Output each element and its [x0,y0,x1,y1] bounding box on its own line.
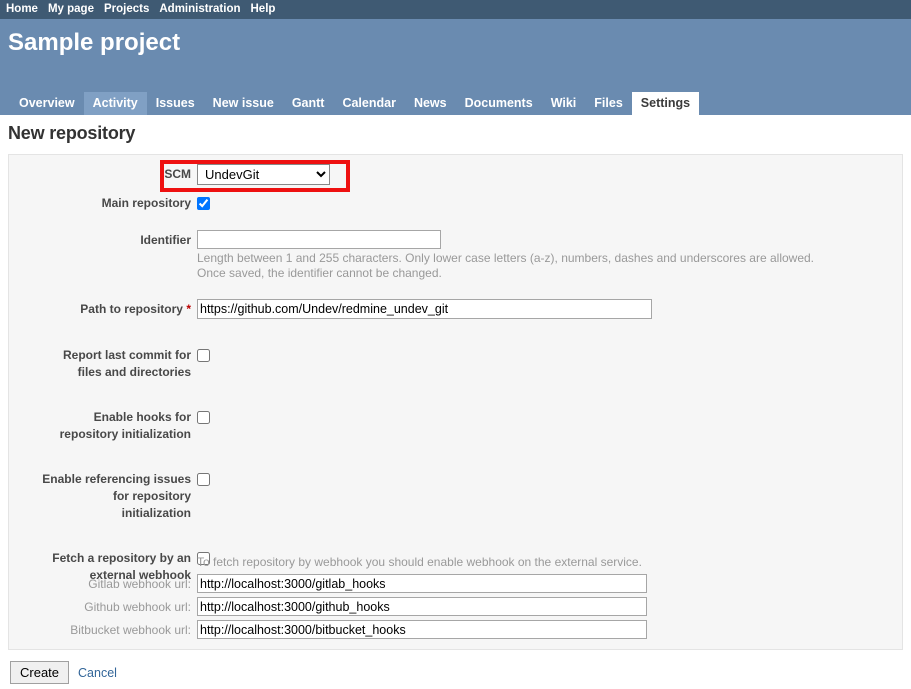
enable-hooks-checkbox[interactable] [197,411,210,425]
github-webhook-label: Github webhook url: [84,599,191,614]
scm-select[interactable]: UndevGit [197,164,330,185]
enable-referencing-issues-label-line1: Enable referencing issues [42,472,191,486]
tab-news[interactable]: News [405,92,456,115]
bitbucket-webhook-row: Bitbucket webhook url: [9,620,902,639]
path-label-text: Path to repository [80,302,183,316]
project-header: Sample project Overview Activity Issues … [0,19,911,115]
gitlab-webhook-row: Gitlab webhook url: [9,574,902,593]
top-menu-my-page[interactable]: My page [48,0,94,19]
page-project-title: Sample project [8,29,181,56]
tab-activity[interactable]: Activity [83,92,147,115]
form-row-main-repository: Main repository [9,192,902,212]
report-last-commit-label-line2: files and directories [77,365,191,379]
page-title: New repository [8,123,136,143]
tab-new-issue[interactable]: New issue [204,92,283,115]
tab-wiki[interactable]: Wiki [542,92,586,115]
main-repository-checkbox[interactable] [197,197,210,211]
identifier-input[interactable] [197,230,441,249]
report-last-commit-label: Report last commit for files and directo… [9,344,197,381]
tab-files[interactable]: Files [585,92,632,115]
top-menu-help[interactable]: Help [251,0,276,19]
enable-hooks-label-line2: repository initialization [59,427,191,441]
report-last-commit-label-line1: Report last commit for [62,348,191,362]
enable-referencing-issues-label-line2: for repository [112,489,191,503]
identifier-hint-line2: Once saved, the identifier cannot be cha… [197,266,442,280]
scm-label: SCM [164,167,191,181]
tab-settings[interactable]: Settings [631,92,700,115]
top-menu-home[interactable]: Home [6,0,38,19]
path-label: Path to repository * [9,298,197,318]
identifier-hint-line1: Length between 1 and 255 characters. Onl… [197,251,815,265]
project-tab-bar: Overview Activity Issues New issue Gantt… [10,92,700,115]
form-row-scm: SCM UndevGit [9,163,902,185]
tab-overview[interactable]: Overview [10,92,84,115]
cancel-link[interactable]: Cancel [78,666,117,680]
tab-gantt[interactable]: Gantt [283,92,334,115]
path-to-repository-input[interactable] [197,299,652,319]
content-area: New repository SCM UndevGit Main reposit… [0,123,911,684]
top-menu-administration[interactable]: Administration [159,0,240,19]
fetch-by-webhook-label-line1: Fetch a repository by an [52,551,191,565]
gitlab-webhook-input[interactable] [197,574,647,593]
bitbucket-webhook-input[interactable] [197,620,647,639]
form-actions: Create Cancel [10,661,911,684]
tab-calendar[interactable]: Calendar [333,92,405,115]
tab-issues[interactable]: Issues [147,92,204,115]
fetch-by-webhook-hint: To fetch repository by webhook you shoul… [197,555,642,569]
github-webhook-input[interactable] [197,597,647,616]
path-required-marker: * [186,302,191,316]
identifier-hint: Length between 1 and 255 characters. Onl… [197,251,902,281]
form-row-path: Path to repository * [9,298,902,319]
enable-referencing-issues-label-line3: initialization [121,506,191,520]
form-row-identifier: Identifier Length between 1 and 255 char… [9,229,902,281]
report-last-commit-checkbox[interactable] [197,349,210,363]
top-menu-bar: Home My page Projects Administration Hel… [0,0,911,19]
enable-hooks-label: Enable hooks for repository initializati… [9,406,197,443]
create-button[interactable]: Create [10,661,70,684]
enable-hooks-label-line1: Enable hooks for [93,410,191,424]
top-menu-projects[interactable]: Projects [104,0,149,19]
form-row-enable-referencing-issues: Enable referencing issues for repository… [9,468,902,522]
form-row-report-last-commit: Report last commit for files and directo… [9,344,902,381]
enable-referencing-issues-label: Enable referencing issues for repository… [9,468,197,522]
enable-referencing-issues-checkbox[interactable] [197,473,210,487]
identifier-label: Identifier [140,233,191,247]
main-repository-label: Main repository [101,196,191,210]
form-row-enable-hooks: Enable hooks for repository initializati… [9,406,902,443]
gitlab-webhook-label: Gitlab webhook url: [88,576,191,591]
tab-documents[interactable]: Documents [456,92,542,115]
new-repository-form: SCM UndevGit Main repository Identifier … [8,154,903,650]
bitbucket-webhook-label: Bitbucket webhook url: [70,622,191,637]
github-webhook-row: Github webhook url: [9,597,902,616]
